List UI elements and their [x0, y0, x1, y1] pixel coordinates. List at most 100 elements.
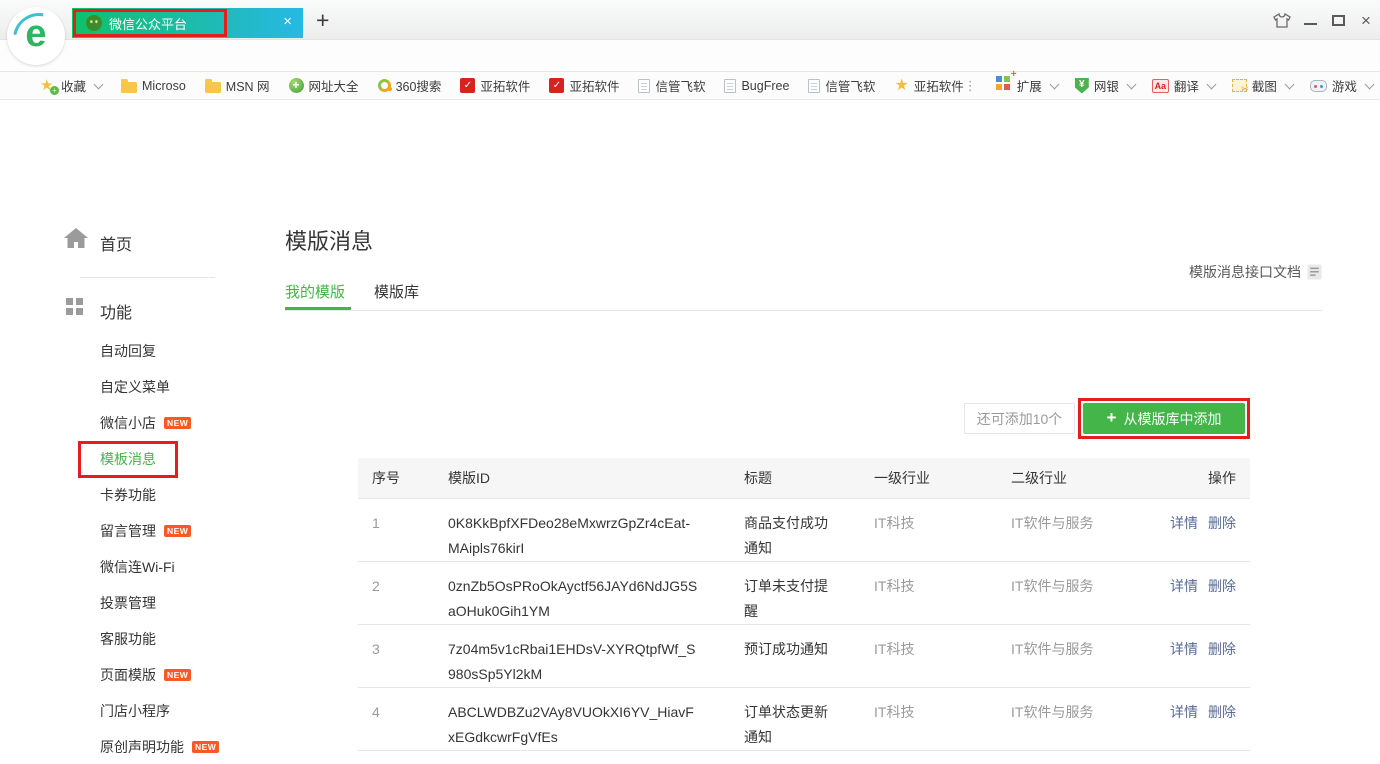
template-title: 预订成功通知 — [744, 624, 874, 687]
chevron-down-icon — [94, 79, 104, 89]
bookmark-label: 亚拓软件 — [480, 76, 530, 95]
minimize-icon — [1304, 23, 1317, 25]
template-title: 商品支付成功通知 — [744, 498, 874, 561]
bookmark-label: BugFree — [741, 79, 789, 93]
bookmark-label: 截图 — [1252, 76, 1277, 95]
detail-link[interactable]: 详情 — [1170, 704, 1198, 720]
bookmark-xinguanfei-1[interactable]: 信管飞软 — [638, 76, 705, 95]
column-header-0: 序号 — [358, 458, 448, 498]
sidebar-item-vote-manage[interactable]: 投票管理 — [100, 593, 156, 613]
api-doc-link[interactable]: 模版消息接口文档 — [1189, 262, 1322, 282]
sidebar-item-page-template[interactable]: 页面模版NEW — [100, 665, 191, 685]
industry-secondary: IT软件与服务 — [1011, 498, 1151, 561]
industry-secondary: IT软件与服务 — [1011, 624, 1151, 687]
close-button[interactable]: × — [1352, 0, 1380, 40]
detail-link[interactable]: 详情 — [1170, 578, 1198, 594]
maximize-button[interactable] — [1324, 0, 1352, 40]
bookmarks-bar: 收藏MicrosoMSN 网网址大全360搜索亚拓软件亚拓软件信管飞软BugFr… — [0, 72, 1380, 100]
game-icon — [1310, 80, 1327, 92]
bookmark-bugfree[interactable]: BugFree — [724, 79, 789, 93]
bookmark-extensions[interactable]: 扩展 — [996, 76, 1058, 95]
navigation-toolbar: 腾讯网 证 https://mp.weixin.qq.com/advanced/… — [0, 40, 1380, 72]
ext-icon — [996, 76, 1002, 82]
tab-template-library[interactable]: 模版库 — [374, 281, 419, 302]
sidebar-item-store-miniprogram[interactable]: 门店小程序 — [100, 701, 170, 721]
sidebar-item-wechat-store[interactable]: 微信小店NEW — [100, 413, 191, 433]
template-id: 0K8KkBpfXFDeo28eMxwrzGpZr4cEat-MAipls76k… — [448, 498, 744, 561]
bookmark-screenshot[interactable]: 截图 — [1232, 76, 1293, 95]
template-id: 7z04m5v1cRbai1EHDsV-XYRQtpfWf_S980sSp5Yl… — [448, 624, 744, 687]
bookmark-label: 网址大全 — [309, 76, 359, 95]
detail-link[interactable]: 详情 — [1170, 641, 1198, 657]
sidebar-item-card-coupon[interactable]: 卡券功能 — [100, 485, 156, 505]
bookmark-label: 收藏 — [61, 76, 86, 95]
bookmark-yatuo-2[interactable]: 亚拓软件 — [549, 76, 619, 95]
detail-link[interactable]: 详情 — [1170, 515, 1198, 531]
sidebar-section-features[interactable]: 功能 — [100, 299, 132, 323]
delete-link[interactable]: 删除 — [1208, 641, 1236, 657]
chevron-down-icon — [1126, 79, 1136, 89]
bookmark-yatuo-3[interactable]: 亚拓软件 — [894, 76, 963, 95]
shield-icon — [1075, 78, 1089, 94]
sidebar-item-wechat-wifi[interactable]: 微信连Wi-Fi — [100, 557, 175, 577]
new-tab-button[interactable]: + — [316, 8, 329, 32]
tabs-bottom-border — [285, 310, 1322, 311]
title-bar: 微信公众平台 × + × — [0, 0, 1380, 40]
sidebar-item-original-statement[interactable]: 原创声明功能NEW — [100, 737, 219, 757]
skin-button[interactable] — [1268, 0, 1296, 40]
row-actions: 详情删除 — [1151, 498, 1250, 561]
tab-close-icon[interactable]: × — [283, 13, 292, 30]
sidebar-item-auto-reply[interactable]: 自动回复 — [100, 341, 156, 361]
sidebar-home-icon — [64, 228, 88, 253]
new-badge: NEW — [164, 669, 191, 682]
bookmark-360-search[interactable]: 360搜索 — [378, 76, 442, 95]
bookmark-folder-msn[interactable]: MSN 网 — [205, 76, 270, 95]
sidebar-item-comment-manage[interactable]: 留言管理NEW — [100, 521, 191, 541]
industry-secondary: IT软件与服务 — [1011, 687, 1151, 750]
bookmark-label: 翻译 — [1174, 76, 1199, 95]
row-actions: 详情删除 — [1151, 687, 1250, 750]
sidebar-item-customer-service[interactable]: 客服功能 — [100, 629, 156, 649]
bookmark-yatuo-1[interactable]: 亚拓软件 — [460, 76, 530, 95]
column-header-1: 模版ID — [448, 458, 744, 498]
bookmark-label: 扩展 — [1017, 76, 1042, 95]
industry-primary: IT科技 — [874, 624, 1011, 687]
table-row: 5Co_7PmGk5Rh5IHxyySwSvnBiz1ouzRSYm6Oa1H7… — [358, 750, 1250, 764]
delete-link[interactable]: 删除 — [1208, 578, 1236, 594]
table-row: 37z04m5v1cRbai1EHDsV-XYRQtpfWf_S980sSp5Y… — [358, 624, 1250, 687]
row-actions: 详情删除 — [1151, 561, 1250, 624]
bookmark-label: 360搜索 — [396, 76, 442, 95]
bookmark-favorites[interactable]: 收藏 — [40, 76, 102, 95]
browser-logo: e — [7, 7, 65, 65]
industry-primary: IT科技 — [874, 498, 1011, 561]
bookmark-xinguanfei-2[interactable]: 信管飞软 — [808, 76, 875, 95]
bookmark-folder-microso[interactable]: Microso — [121, 79, 186, 93]
new-badge: NEW — [164, 525, 191, 538]
delete-link[interactable]: 删除 — [1208, 515, 1236, 531]
table-row: 20znZb5OsPRoOkAyctf56JAYd6NdJG5SaOHuk0Gi… — [358, 561, 1250, 624]
overflow-dots-icon[interactable]: ⋮ — [964, 78, 977, 94]
column-header-3: 一级行业 — [874, 458, 1011, 498]
bookmark-games[interactable]: 游戏 — [1310, 76, 1373, 95]
snap-icon — [1232, 79, 1247, 92]
column-header-2: 标题 — [744, 458, 874, 498]
bookmark-translate[interactable]: 翻译 — [1152, 76, 1215, 95]
sidebar-item-label: 门店小程序 — [100, 701, 170, 721]
bookmarks-right-group: ⋮扩展网银翻译截图游戏登录管家 — [964, 76, 1380, 95]
table-header-row: 序号模版ID标题一级行业二级行业操作 — [358, 458, 1250, 498]
column-header-4: 二级行业 — [1011, 458, 1151, 498]
bookmark-site-navigation[interactable]: 网址大全 — [289, 76, 359, 95]
tab-my-templates[interactable]: 我的模版 — [285, 281, 345, 302]
industry-primary: IT科技 — [874, 561, 1011, 624]
sidebar-item-home[interactable]: 首页 — [100, 231, 132, 255]
sidebar-item-custom-menu[interactable]: 自定义菜单 — [100, 377, 170, 397]
bookmark-online-banking[interactable]: 网银 — [1075, 76, 1135, 95]
row-index: 4 — [358, 687, 448, 750]
column-header-5: 操作 — [1151, 458, 1250, 498]
new-badge: NEW — [164, 417, 191, 430]
sidebar-item-label: 客服功能 — [100, 629, 156, 649]
page-icon — [808, 79, 820, 93]
delete-link[interactable]: 删除 — [1208, 704, 1236, 720]
minimize-button[interactable] — [1296, 0, 1324, 40]
sidebar-item-label: 微信连Wi-Fi — [100, 557, 175, 577]
